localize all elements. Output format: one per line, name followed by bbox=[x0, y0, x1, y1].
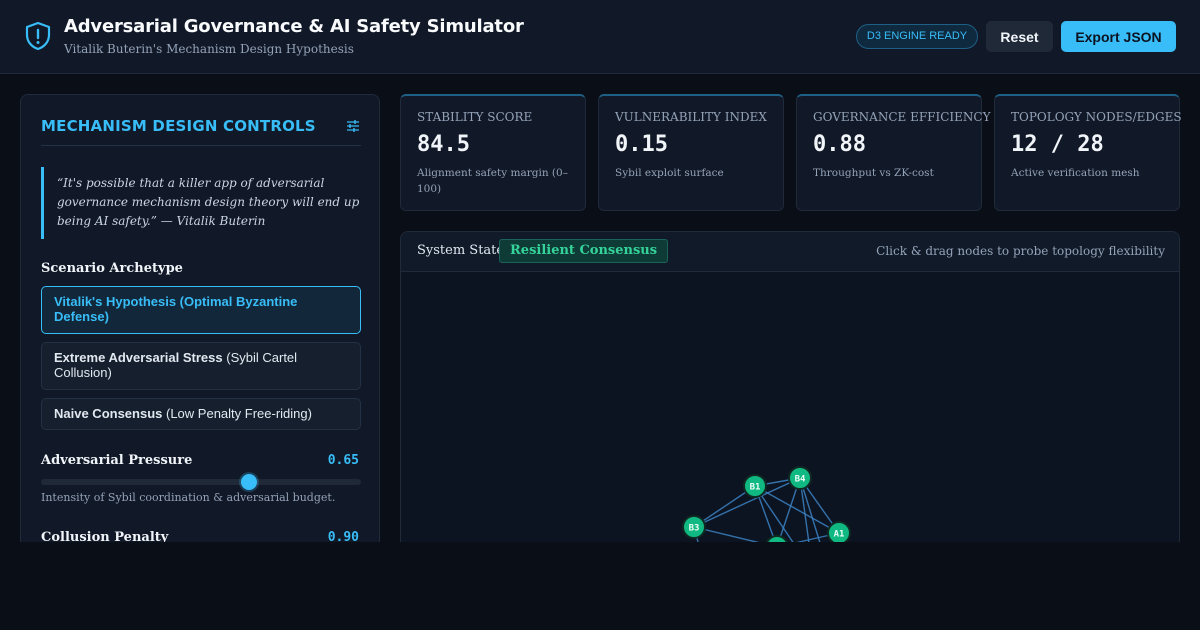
export-json-button[interactable]: Export JSON bbox=[1061, 21, 1176, 52]
adversarial-pressure-slider[interactable] bbox=[41, 474, 361, 490]
graph-header: System State: Resilient Consensus Click … bbox=[401, 232, 1179, 272]
app-subtitle: Vitalik Buterin's Mechanism Design Hypot… bbox=[64, 42, 354, 56]
reset-button[interactable]: Reset bbox=[986, 21, 1053, 52]
metric-card-stability: STABILITY SCORE 84.5 Alignment safety ma… bbox=[400, 94, 586, 211]
sliders-icon[interactable] bbox=[347, 120, 359, 132]
graph-node[interactable]: B3 bbox=[682, 515, 706, 539]
node-label: A1 bbox=[834, 530, 845, 540]
scenario-title: Extreme Adversarial Stress bbox=[54, 350, 223, 365]
system-state-label: System State: bbox=[417, 243, 509, 258]
graph-node[interactable]: A1 bbox=[827, 521, 851, 545]
buterin-quote: “It's possible that a killer app of adve… bbox=[41, 167, 361, 239]
metric-label: STABILITY SCORE bbox=[417, 110, 533, 124]
controls-divider bbox=[41, 145, 361, 146]
adversarial-pressure-hint: Intensity of Sybil coordination & advers… bbox=[41, 491, 336, 504]
metric-value: 84.5 bbox=[417, 132, 470, 157]
scenario-detail: (Low Penalty Free-riding) bbox=[166, 406, 312, 421]
system-state-badge: Resilient Consensus bbox=[499, 239, 669, 263]
metric-label: TOPOLOGY NODES/EDGES bbox=[1011, 110, 1182, 124]
viewport-fold bbox=[0, 542, 1200, 630]
metric-card-vulnerability: VULNERABILITY INDEX 0.15 Sybil exploit s… bbox=[598, 94, 784, 211]
metric-card-topology: TOPOLOGY NODES/EDGES 12 / 28 Active veri… bbox=[994, 94, 1182, 211]
metric-label: GOVERNANCE EFFICIENCY bbox=[813, 110, 991, 124]
graph-node[interactable]: B4 bbox=[788, 466, 812, 490]
adversarial-pressure-label: Adversarial Pressure bbox=[41, 453, 193, 468]
scenario-optimal-byzantine[interactable]: Vitalik's Hypothesis (Optimal Byzantine … bbox=[41, 286, 361, 334]
topology-graph[interactable]: B1B4B3A1B2 bbox=[401, 272, 1180, 554]
metric-note: Active verification mesh bbox=[1011, 167, 1140, 179]
metric-note: Alignment safety margin (0–100) bbox=[417, 167, 568, 195]
graph-hint: Click & drag nodes to probe topology fle… bbox=[876, 244, 1165, 258]
metric-value: 12 / 28 bbox=[1011, 132, 1104, 157]
controls-title: MECHANISM DESIGN CONTROLS bbox=[41, 117, 316, 135]
node-label: B4 bbox=[795, 475, 806, 485]
slider-thumb[interactable] bbox=[241, 474, 257, 490]
metric-value: 0.15 bbox=[615, 132, 668, 157]
scenario-label: Scenario Archetype bbox=[41, 261, 183, 276]
app-title: Adversarial Governance & AI Safety Simul… bbox=[64, 16, 524, 37]
node-label: B1 bbox=[750, 483, 761, 493]
mechanism-controls-panel: MECHANISM DESIGN CONTROLS “It's possible… bbox=[20, 94, 380, 554]
scenario-title: Naive Consensus bbox=[54, 406, 163, 421]
metric-label: VULNERABILITY INDEX bbox=[615, 110, 767, 124]
scenario-naive-consensus[interactable]: Naive Consensus (Low Penalty Free-riding… bbox=[41, 398, 361, 430]
node-label: B3 bbox=[689, 524, 700, 534]
scenario-title: Vitalik's Hypothesis (Optimal Byzantine … bbox=[54, 294, 298, 324]
metric-value: 0.88 bbox=[813, 132, 866, 157]
metric-card-efficiency: GOVERNANCE EFFICIENCY 0.88 Throughput vs… bbox=[796, 94, 991, 211]
metric-note: Throughput vs ZK-cost bbox=[813, 167, 934, 179]
scenario-extreme-adversarial[interactable]: Extreme Adversarial Stress (Sybil Cartel… bbox=[41, 342, 361, 390]
graph-node[interactable]: B1 bbox=[743, 474, 767, 498]
adversarial-pressure-value: 0.65 bbox=[327, 453, 359, 468]
app-header: Adversarial Governance & AI Safety Simul… bbox=[0, 0, 1200, 74]
topology-graph-panel: System State: Resilient Consensus Click … bbox=[400, 231, 1180, 554]
shield-alert-icon bbox=[25, 21, 51, 51]
graph-nodes: B1B4B3A1B2 bbox=[682, 466, 851, 553]
graph-edge bbox=[754, 485, 840, 534]
engine-status-badge: D3 ENGINE READY bbox=[856, 24, 978, 49]
metric-note: Sybil exploit surface bbox=[615, 167, 724, 179]
